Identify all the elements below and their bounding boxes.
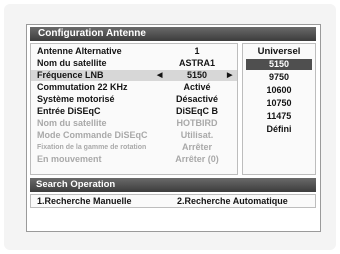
row-value: Utilisat. <box>180 130 214 140</box>
freq-option[interactable]: Défini <box>246 124 312 135</box>
freq-list-header: Universel <box>257 46 301 57</box>
row-value: DiSEqC B <box>175 106 218 116</box>
lnb-frequency-list: Universel 5150 9750 10600 10750 11475 Dé… <box>242 43 316 175</box>
row-value: Arrêter (0) <box>175 154 219 164</box>
row-nom-satellite[interactable]: Nom du satellite ASTRA1 <box>31 58 237 69</box>
row-frequence-lnb[interactable]: Fréquence LNB ◀ 5150 ▶ <box>31 70 237 81</box>
row-fixation-gamme-rotation: Fixation de la gamme de rotation Arrêter <box>31 142 237 153</box>
row-en-mouvement: En mouvement Arrêter (0) <box>31 154 237 165</box>
row-value: Arrêter <box>181 142 212 152</box>
freq-option[interactable]: 11475 <box>246 111 312 122</box>
row-value: HOTBIRD <box>176 118 218 128</box>
arrow-right-icon[interactable]: ▶ <box>227 70 232 81</box>
row-label: Système motorisé <box>37 94 115 104</box>
settings-list: Antenne Alternative 1 Nom du satellite A… <box>30 43 238 175</box>
row-value: Activé <box>183 82 211 92</box>
row-label: Nom du satellite <box>37 58 107 68</box>
row-value: 5150 <box>186 70 208 80</box>
search-operation-header: Search Operation <box>30 178 316 192</box>
row-label: Fréquence LNB <box>37 70 104 80</box>
row-label: Fixation de la gamme de rotation <box>37 144 147 151</box>
row-label: Nom du satellite <box>37 118 107 128</box>
freq-option[interactable]: 10750 <box>246 98 312 109</box>
row-value: Désactivé <box>175 94 219 104</box>
row-label: Entrée DiSEqC <box>37 106 101 116</box>
freq-option[interactable]: 9750 <box>246 72 312 83</box>
manual-search-option[interactable]: 1.Recherche Manuelle <box>37 195 132 207</box>
row-entree-diseqc[interactable]: Entrée DiSEqC DiSEqC B <box>31 106 237 117</box>
row-antenne-alternative[interactable]: Antenne Alternative 1 <box>31 46 237 57</box>
row-nom-satellite-2: Nom du satellite HOTBIRD <box>31 118 237 129</box>
row-label: Mode Commande DiSEqC <box>37 130 148 140</box>
freq-option[interactable]: 10600 <box>246 85 312 96</box>
row-label: Commutation 22 KHz <box>37 82 128 92</box>
menu-title: Configuration Antenne <box>30 27 316 41</box>
row-label: Antenne Alternative <box>37 46 122 56</box>
row-systeme-motorise[interactable]: Système motorisé Désactivé <box>31 94 237 105</box>
auto-search-option[interactable]: 2.Recherche Automatique <box>177 195 288 207</box>
search-options: 1.Recherche Manuelle 2.Recherche Automat… <box>30 194 316 208</box>
row-commutation-22khz[interactable]: Commutation 22 KHz Activé <box>31 82 237 93</box>
row-label: En mouvement <box>37 154 102 164</box>
row-value: ASTRA1 <box>178 58 215 68</box>
freq-option[interactable]: 5150 <box>246 59 312 70</box>
row-mode-commande-diseqc: Mode Commande DiSEqC Utilisat. <box>31 130 237 141</box>
row-value: 1 <box>194 46 200 56</box>
